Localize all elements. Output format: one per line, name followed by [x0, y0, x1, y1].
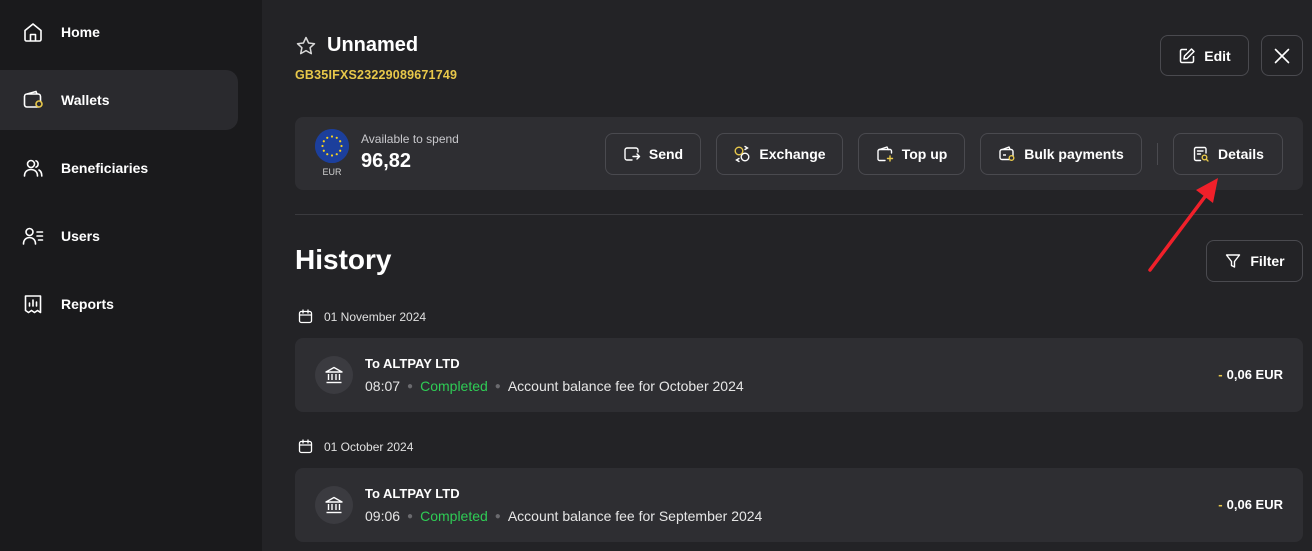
sidebar-item-wallets[interactable]: Wallets — [0, 70, 238, 130]
exchange-icon — [733, 145, 751, 163]
history-title: History — [295, 244, 392, 275]
currency-code: EUR — [322, 167, 342, 177]
bulk-payments-button[interactable]: Bulk payments — [980, 133, 1142, 175]
sidebar-item-label: Beneficiaries — [61, 160, 149, 176]
section-divider — [295, 214, 1303, 215]
meta-separator-dot: ● — [494, 510, 501, 522]
transaction-name: To ALTPAY LTD — [365, 356, 460, 371]
home-icon — [22, 21, 44, 43]
bulk-payments-label: Bulk payments — [1024, 146, 1124, 162]
sidebar-item-label: Home — [61, 24, 100, 40]
transaction-row[interactable]: To ALTPAY LTD 08:07 ● Completed ● Accoun… — [295, 338, 1303, 412]
calendar-icon — [298, 439, 313, 454]
transaction-description: Account balance fee for September 2024 — [507, 508, 763, 524]
balance-card: EUR Available to spend 96,82 Send Exchan… — [295, 117, 1303, 190]
amount-sign: - — [1218, 367, 1223, 382]
meta-separator-dot: ● — [407, 510, 414, 522]
sidebar-item-beneficiaries[interactable]: Beneficiaries — [0, 138, 238, 198]
meta-separator-dot: ● — [494, 380, 501, 392]
transaction-row[interactable]: To ALTPAY LTD 09:06 ● Completed ● Accoun… — [295, 468, 1303, 542]
bank-icon — [315, 356, 353, 394]
send-button[interactable]: Send — [605, 133, 701, 175]
history-date: 01 November 2024 — [324, 309, 427, 324]
transaction-meta: 09:06 ● Completed ● Account balance fee … — [365, 508, 762, 524]
bulk-payments-icon — [998, 145, 1016, 163]
users-icon — [22, 157, 44, 179]
amount-sign: - — [1218, 497, 1223, 512]
history-date: 01 October 2024 — [324, 439, 414, 454]
wallet-title: Unnamed — [327, 34, 419, 56]
send-label: Send — [648, 146, 684, 162]
wallet-title-row: Unnamed — [295, 34, 418, 57]
sidebar-item-label: Reports — [61, 296, 114, 312]
transaction-amount: -0,06 EUR — [1218, 367, 1283, 382]
top-up-label: Top up — [901, 146, 948, 162]
wallet-plus-icon — [876, 145, 894, 163]
eu-flag-icon — [315, 129, 349, 163]
bank-icon — [315, 486, 353, 524]
sidebar: Home Wallets Beneficiaries Users Reports — [0, 0, 262, 551]
sidebar-item-label: Wallets — [61, 92, 110, 108]
transaction-name: To ALTPAY LTD — [365, 486, 460, 501]
available-label: Available to spend — [361, 132, 459, 146]
transaction-description: Account balance fee for October 2024 — [507, 378, 744, 394]
transaction-amount: -0,06 EUR — [1218, 497, 1283, 512]
close-icon — [1273, 47, 1291, 65]
meta-separator-dot: ● — [407, 380, 414, 392]
sidebar-item-users[interactable]: Users — [0, 206, 238, 266]
edit-button[interactable]: Edit — [1160, 35, 1249, 76]
exchange-label: Exchange — [759, 146, 826, 162]
transaction-status: Completed — [420, 508, 488, 524]
filter-label: Filter — [1250, 253, 1285, 269]
wallet-iban: GB35IFXS23229089671749 — [295, 68, 458, 82]
top-up-button[interactable]: Top up — [858, 133, 965, 175]
history-date-header: 01 October 2024 — [298, 439, 413, 454]
available-amount: 96,82 — [361, 150, 412, 172]
wallet-details-panel: Unnamed GB35IFXS23229089671749 Edit EUR … — [262, 0, 1312, 551]
filter-button[interactable]: Filter — [1206, 240, 1303, 282]
amount-value: 0,06 EUR — [1226, 367, 1283, 382]
wallet-icon — [22, 89, 44, 111]
edit-icon — [1178, 47, 1196, 65]
edit-label: Edit — [1204, 47, 1231, 64]
exchange-button[interactable]: Exchange — [716, 133, 843, 175]
history-date-header: 01 November 2024 — [298, 309, 426, 324]
document-search-icon — [1192, 145, 1210, 163]
transaction-meta: 08:07 ● Completed ● Account balance fee … — [365, 378, 744, 394]
user-list-icon — [22, 225, 44, 247]
details-label: Details — [1218, 146, 1264, 162]
filter-icon — [1224, 252, 1242, 270]
sidebar-item-reports[interactable]: Reports — [0, 274, 238, 334]
transaction-time: 09:06 — [365, 508, 401, 524]
amount-value: 0,06 EUR — [1226, 497, 1283, 512]
transaction-time: 08:07 — [365, 378, 401, 394]
sidebar-item-home[interactable]: Home — [0, 2, 238, 62]
close-button[interactable] — [1261, 35, 1303, 76]
sidebar-item-label: Users — [61, 228, 100, 244]
transaction-status: Completed — [420, 378, 488, 394]
reports-icon — [22, 293, 44, 315]
calendar-icon — [298, 309, 313, 324]
actions-separator — [1157, 143, 1158, 165]
send-icon — [623, 145, 641, 163]
details-button[interactable]: Details — [1173, 133, 1283, 175]
star-icon[interactable] — [295, 35, 317, 57]
